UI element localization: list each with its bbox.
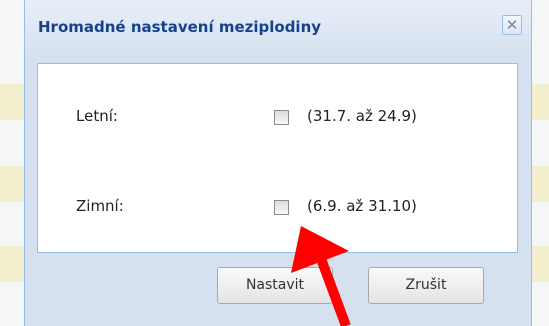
set-button[interactable]: Nastavit (217, 267, 333, 304)
background-right-band (532, 246, 549, 282)
winter-label: Zimní: (76, 197, 124, 215)
background-right-band (532, 84, 549, 120)
summer-label: Letní: (76, 107, 118, 125)
background-right-band (532, 166, 549, 202)
winter-checkbox[interactable] (274, 200, 289, 215)
background-left-band (0, 84, 24, 120)
summer-checkbox[interactable] (274, 110, 289, 125)
bulk-setting-dialog: Hromadné nastavení meziplodiny ✕ Letní: … (24, 0, 532, 326)
summer-date-range: (31.7. až 24.9) (307, 107, 417, 125)
dialog-title: Hromadné nastavení meziplodiny (38, 18, 322, 36)
dialog-content: Letní: (31.7. až 24.9) Zimní: (6.9. až 3… (37, 63, 518, 253)
winter-date-range: (6.9. až 31.10) (307, 197, 417, 215)
cancel-button[interactable]: Zrušit (368, 267, 484, 304)
close-icon[interactable]: ✕ (502, 15, 522, 35)
dialog-titlebar: Hromadné nastavení meziplodiny ✕ (25, 0, 531, 58)
background-left-band (0, 166, 24, 202)
background-left-band (0, 246, 24, 282)
